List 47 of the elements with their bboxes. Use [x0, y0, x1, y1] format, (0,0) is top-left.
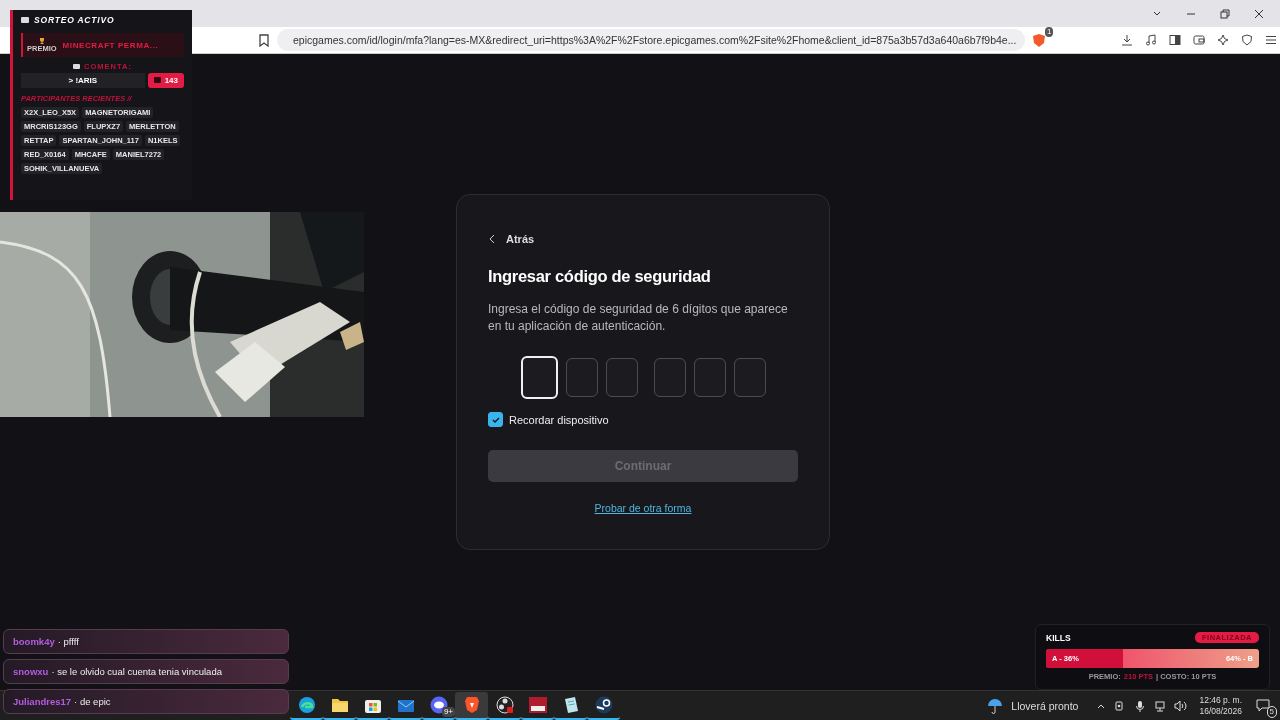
sidebar-icon[interactable]: [1169, 34, 1181, 46]
wallet-icon[interactable]: [1193, 34, 1205, 46]
clock-date[interactable]: 16/08/2026: [1199, 705, 1242, 717]
brave-app-button[interactable]: [455, 691, 488, 720]
back-link[interactable]: Atrás: [488, 233, 535, 245]
weather-text[interactable]: Lloverá pronto: [1011, 699, 1079, 712]
folder-icon: [330, 696, 349, 713]
code-digit-field[interactable]: [565, 358, 598, 397]
code-digit-field[interactable]: [693, 358, 726, 397]
prize-name: MINECRAFT PERMA...: [62, 40, 159, 50]
code-digit-field[interactable]: [733, 358, 766, 397]
url-text: epicgames.com/id/login/mfa?lang=es-MX&redirect_uri=https%3A%2F%2Fstore.epicgames.com%2Fsite%2Fhome&client_id=875a3b57d3a640a6b7f9b4e...: [293, 34, 1017, 46]
volume-icon[interactable]: [1174, 699, 1188, 712]
notification-count: 5: [1266, 706, 1277, 718]
swirl-icon: [297, 695, 316, 714]
code-digit-field[interactable]: [653, 358, 686, 397]
notification-icon[interactable]: [1256, 699, 1270, 712]
close-icon[interactable]: [1254, 8, 1264, 19]
entry-count: 143: [147, 73, 184, 88]
menu-icon[interactable]: [1265, 34, 1277, 46]
app-badge: 9+: [441, 706, 455, 717]
chevron-left-icon: [488, 234, 496, 244]
alternative-link[interactable]: Probar de otra forma: [594, 502, 692, 514]
sparkle-icon[interactable]: [1217, 34, 1229, 46]
code-digit-field[interactable]: [605, 358, 638, 397]
music-icon[interactable]: [1145, 34, 1157, 46]
shield-badge: 1: [1045, 26, 1054, 37]
download-icon[interactable]: [1121, 34, 1133, 46]
network-icon[interactable]: [1154, 699, 1167, 712]
shield-icon[interactable]: [1032, 32, 1047, 48]
description: Ingresa el código de seguridad de 6 dígitos que aparece en tu aplicación de autenticación.: [488, 301, 789, 335]
microphone-icon[interactable]: [1134, 699, 1147, 712]
restore-icon[interactable]: [1220, 8, 1230, 19]
command-text: > !ARIS: [21, 73, 145, 88]
kills-title: KILLS: [1046, 632, 1071, 643]
clock-time[interactable]: 12:46 p. m.: [1199, 694, 1242, 706]
chat-message: boomk4y · pffff: [3, 629, 289, 654]
chat-message: snowxu · se le olvido cual cuenta tenia vinculada: [3, 659, 289, 684]
giveaway-title: SORTEO ACTIVO: [34, 15, 115, 25]
chat-message: Juliandres17 · de epic: [3, 689, 289, 714]
shield-icon[interactable]: [1241, 34, 1253, 46]
umbrella-icon[interactable]: [987, 697, 1004, 714]
remember-label[interactable]: Recordar dispositivo: [509, 413, 609, 426]
trophy-icon: [38, 37, 45, 44]
page-title: Ingresar código de seguridad: [488, 267, 712, 286]
bookmark-icon[interactable]: [259, 33, 269, 47]
remember-checkbox[interactable]: [488, 412, 503, 427]
